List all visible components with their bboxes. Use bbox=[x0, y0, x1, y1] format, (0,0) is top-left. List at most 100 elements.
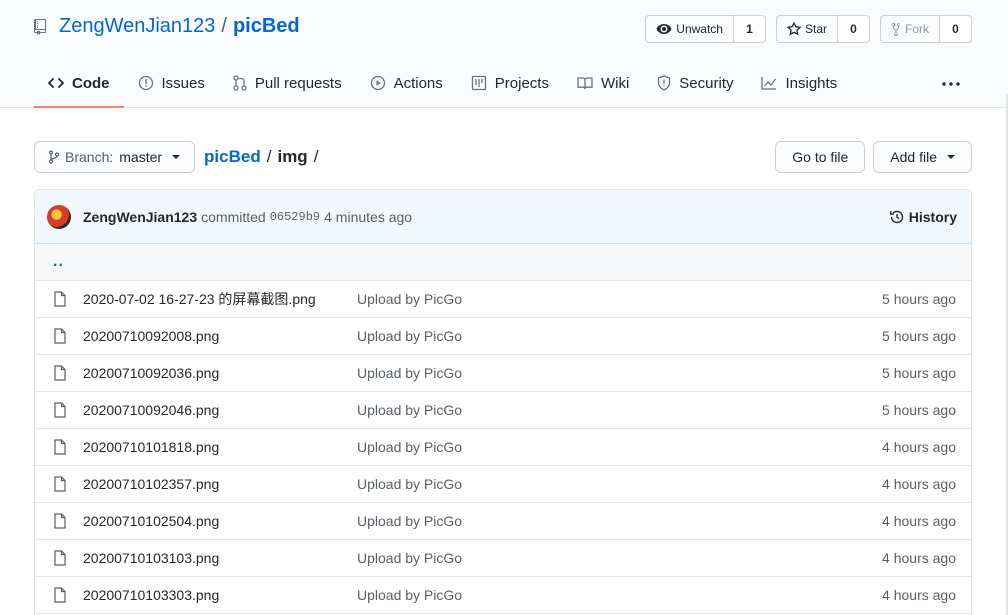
file-commit-message[interactable]: Upload by PicGo bbox=[357, 291, 462, 307]
commit-author-link[interactable]: ZengWenJian123 bbox=[83, 209, 197, 225]
file-commit-message[interactable]: Upload by PicGo bbox=[357, 587, 462, 603]
file-icon bbox=[52, 402, 68, 418]
branch-name: master bbox=[119, 149, 163, 165]
file-commit-message[interactable]: Upload by PicGo bbox=[357, 365, 462, 381]
tab-insights-label: Insights bbox=[785, 74, 838, 92]
file-age: 5 hours ago bbox=[882, 402, 956, 418]
breadcrumb-root-link[interactable]: picBed bbox=[204, 147, 261, 167]
watchers-count[interactable]: 1 bbox=[733, 15, 766, 43]
file-row[interactable]: 20200710102504.png Upload by PicGo 4 hou… bbox=[35, 503, 971, 540]
star-label: Star bbox=[804, 22, 827, 36]
graph-icon bbox=[761, 77, 777, 90]
pull-request-icon bbox=[233, 75, 247, 91]
file-row[interactable]: 20200710103103.png Upload by PicGo 4 hou… bbox=[35, 540, 971, 577]
file-icon bbox=[52, 587, 68, 603]
code-icon bbox=[48, 78, 64, 88]
commit-verb: committed bbox=[201, 208, 266, 225]
star-button[interactable]: Star bbox=[775, 15, 838, 43]
history-icon bbox=[889, 210, 903, 223]
parent-directory-row[interactable]: .. bbox=[35, 244, 971, 281]
avatar[interactable] bbox=[47, 204, 71, 229]
tab-pull-requests[interactable]: Pull requests bbox=[219, 60, 356, 108]
file-rows: 2020-07-02 16-27-23 的屏幕截图.png Upload by … bbox=[35, 281, 971, 614]
unwatch-button[interactable]: Unwatch bbox=[645, 15, 734, 43]
tab-security[interactable]: Security bbox=[643, 60, 747, 108]
parent-directory-link[interactable]: .. bbox=[53, 253, 64, 271]
forks-count[interactable]: 0 bbox=[940, 15, 972, 43]
file-icon bbox=[52, 328, 68, 344]
tab-code[interactable]: Code bbox=[34, 60, 124, 108]
branch-select-button[interactable]: Branch: master bbox=[34, 141, 196, 173]
unwatch-label: Unwatch bbox=[676, 22, 723, 36]
file-name-link[interactable]: 20200710103103.png bbox=[83, 550, 357, 566]
fork-button[interactable]: Fork bbox=[880, 15, 940, 43]
file-row[interactable]: 20200710103303.png Upload by PicGo 4 hou… bbox=[35, 577, 971, 614]
repo-actions: Unwatch 1 Star 0 Fork 0 bbox=[645, 15, 972, 43]
add-file-button[interactable]: Add file bbox=[873, 141, 972, 173]
chevron-down-icon bbox=[172, 155, 181, 159]
file-icon bbox=[52, 513, 68, 529]
file-icon bbox=[52, 439, 68, 455]
file-icon bbox=[52, 476, 68, 492]
file-name-link[interactable]: 20200710092046.png bbox=[83, 402, 357, 418]
go-to-file-button[interactable]: Go to file bbox=[775, 141, 866, 173]
file-row[interactable]: 20200710101818.png Upload by PicGo 4 hou… bbox=[35, 429, 971, 466]
fork-label: Fork bbox=[905, 22, 929, 36]
file-row[interactable]: 20200710092036.png Upload by PicGo 5 hou… bbox=[35, 355, 971, 392]
tab-security-label: Security bbox=[679, 74, 734, 92]
file-age: 5 hours ago bbox=[882, 365, 956, 381]
file-list: ZengWenJian123 committed 06529b9 4 minut… bbox=[34, 189, 972, 615]
commit-sha-link[interactable]: 06529b9 bbox=[270, 210, 320, 224]
book-icon bbox=[577, 77, 593, 90]
chevron-down-icon bbox=[947, 155, 955, 159]
breadcrumb-trailing-separator: / bbox=[313, 147, 319, 166]
file-age: 4 hours ago bbox=[882, 476, 956, 492]
file-row[interactable]: 20200710092046.png Upload by PicGo 5 hou… bbox=[35, 392, 971, 429]
repo-header: ZengWenJian123 / picBed Unwatch 1 Star 0… bbox=[0, 0, 1008, 108]
branch-prefix: Branch: bbox=[65, 149, 114, 165]
repo-title-separator: / bbox=[221, 15, 227, 37]
file-age: 4 hours ago bbox=[882, 439, 956, 455]
issue-icon bbox=[138, 75, 153, 91]
tab-wiki[interactable]: Wiki bbox=[563, 60, 643, 108]
add-file-label: Add file bbox=[890, 149, 937, 165]
tab-issues[interactable]: Issues bbox=[124, 60, 219, 108]
more-tabs-button[interactable] bbox=[930, 60, 972, 108]
file-commit-message[interactable]: Upload by PicGo bbox=[357, 402, 462, 418]
file-name-link[interactable]: 20200710102504.png bbox=[83, 513, 357, 529]
file-row[interactable]: 2020-07-02 16-27-23 的屏幕截图.png Upload by … bbox=[35, 281, 971, 318]
file-name-link[interactable]: 20200710092008.png bbox=[83, 328, 357, 344]
file-age: 4 hours ago bbox=[882, 587, 956, 603]
file-commit-message[interactable]: Upload by PicGo bbox=[357, 476, 462, 492]
stargazers-count[interactable]: 0 bbox=[838, 15, 870, 43]
repo-nav: Code Issues Pull requests Actions Projec… bbox=[34, 60, 972, 108]
file-nav-actions: Go to file Add file bbox=[775, 141, 972, 173]
tab-insights[interactable]: Insights bbox=[747, 60, 851, 108]
file-name-link[interactable]: 20200710103303.png bbox=[83, 587, 357, 603]
history-link[interactable]: History bbox=[889, 209, 957, 225]
repo-name-link[interactable]: picBed bbox=[233, 15, 300, 38]
file-commit-message[interactable]: Upload by PicGo bbox=[357, 550, 462, 566]
file-name-link[interactable]: 20200710102357.png bbox=[83, 476, 357, 492]
file-row[interactable]: 20200710102357.png Upload by PicGo 4 hou… bbox=[35, 466, 971, 503]
tab-actions[interactable]: Actions bbox=[356, 60, 457, 108]
file-name-link[interactable]: 20200710101818.png bbox=[83, 439, 357, 455]
tab-projects-label: Projects bbox=[494, 74, 549, 92]
eye-icon bbox=[656, 24, 672, 34]
tab-pull-requests-label: Pull requests bbox=[254, 74, 342, 92]
file-navigation: Branch: master picBed / img / Go to file… bbox=[34, 141, 972, 173]
file-commit-message[interactable]: Upload by PicGo bbox=[357, 513, 462, 529]
tab-projects[interactable]: Projects bbox=[457, 60, 563, 108]
latest-commit-bar: ZengWenJian123 committed 06529b9 4 minut… bbox=[35, 190, 971, 244]
commit-time: 4 minutes ago bbox=[324, 208, 413, 225]
git-branch-icon bbox=[49, 150, 59, 164]
file-name-link[interactable]: 20200710092036.png bbox=[83, 365, 357, 381]
file-commit-message[interactable]: Upload by PicGo bbox=[357, 439, 462, 455]
history-label: History bbox=[908, 208, 957, 225]
repo-title: ZengWenJian123 / picBed bbox=[34, 15, 300, 38]
file-name-link[interactable]: 2020-07-02 16-27-23 的屏幕截图.png bbox=[83, 289, 357, 309]
repo-owner-link[interactable]: ZengWenJian123 bbox=[59, 15, 215, 38]
star-group: Star 0 bbox=[775, 15, 870, 43]
file-commit-message[interactable]: Upload by PicGo bbox=[357, 328, 462, 344]
file-row[interactable]: 20200710092008.png Upload by PicGo 5 hou… bbox=[35, 318, 971, 355]
